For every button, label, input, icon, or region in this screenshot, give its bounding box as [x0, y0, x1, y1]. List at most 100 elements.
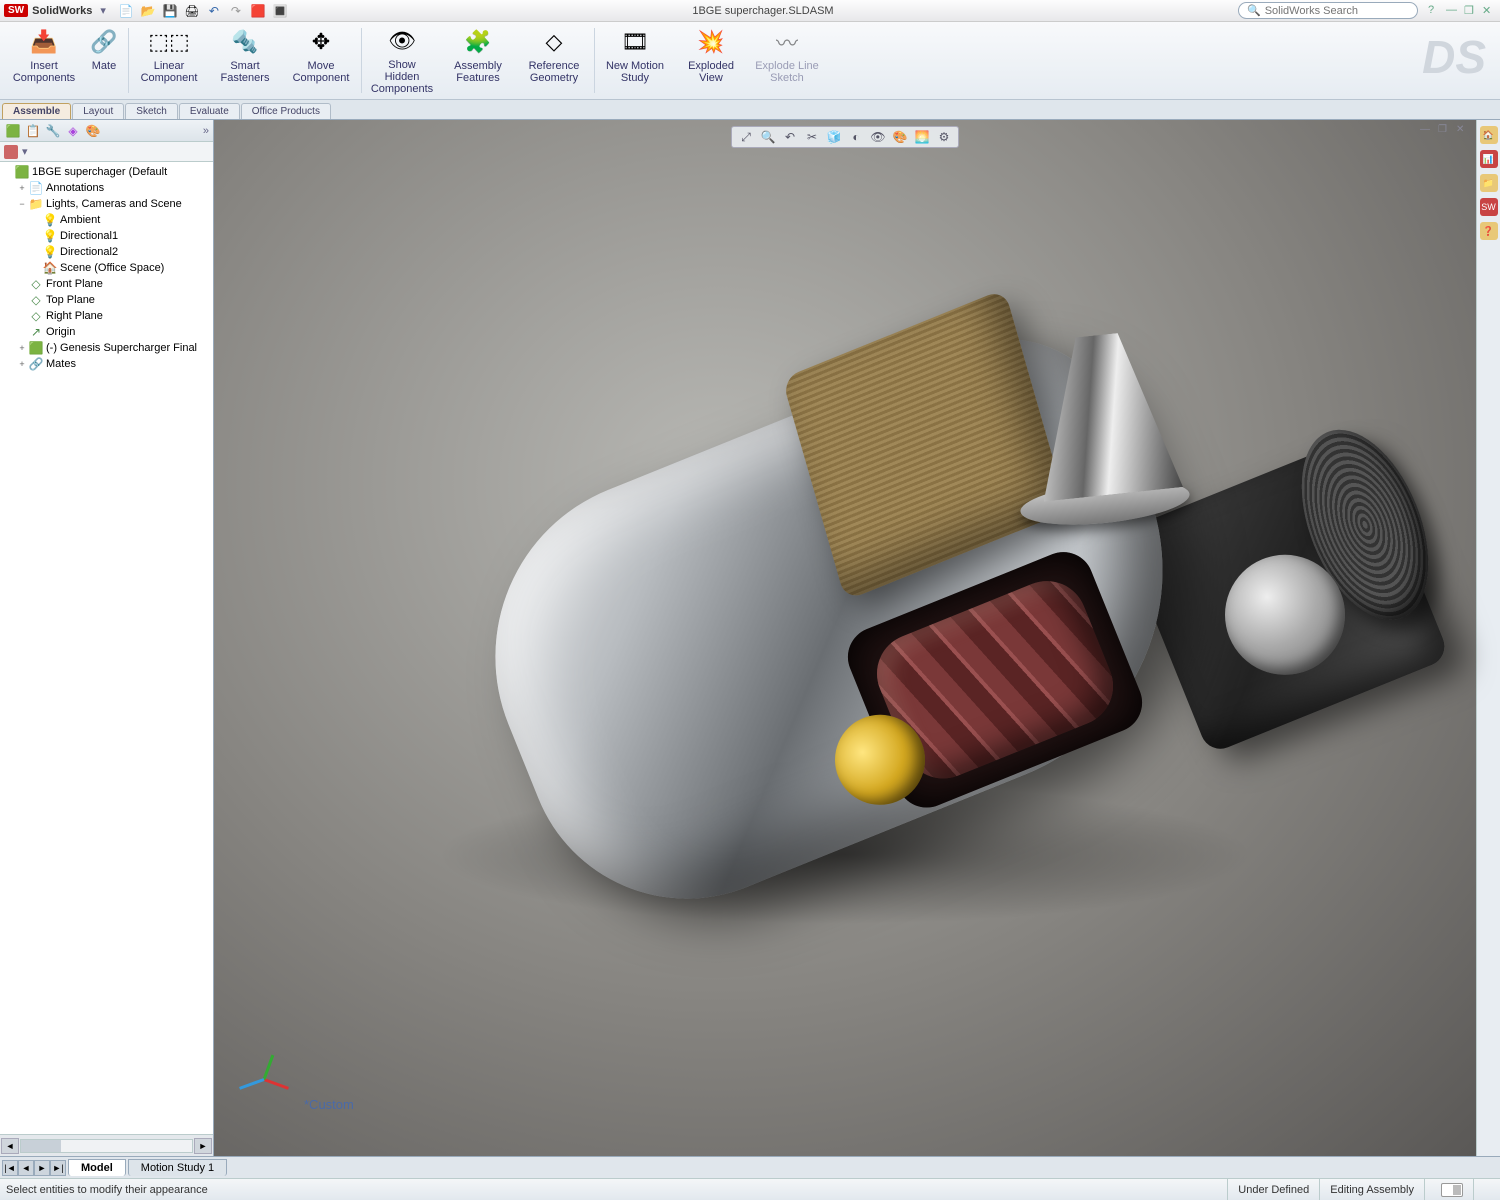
filter-dropdown-icon[interactable]: ▾ — [22, 145, 28, 158]
tree-item[interactable]: −📁Lights, Cameras and Scene — [0, 196, 213, 212]
section-view-button[interactable]: ✂ — [804, 129, 820, 145]
close-button[interactable]: ✕ — [1482, 4, 1496, 18]
tree-item[interactable]: 🟩1BGE superchager (Default — [0, 164, 213, 180]
tab-office-products[interactable]: Office Products — [241, 103, 331, 119]
tree-item[interactable]: 💡Directional2 — [0, 244, 213, 260]
ribbon-assembly-features[interactable]: 🧩Assembly Features — [440, 24, 516, 97]
panel-expand-icon[interactable]: » — [203, 125, 209, 137]
tree-item[interactable]: 💡Directional1 — [0, 228, 213, 244]
tree-toggle-icon[interactable]: + — [16, 343, 28, 353]
search-input[interactable] — [1265, 5, 1409, 17]
tab-next-button[interactable]: ► — [34, 1160, 50, 1176]
ribbon-smart-fasteners[interactable]: 🔩Smart Fasteners — [207, 24, 283, 97]
ribbon-label: Reference Geometry — [522, 60, 586, 84]
doc-restore-button[interactable]: ❐ — [1438, 124, 1452, 138]
tree-item[interactable]: ◇Right Plane — [0, 308, 213, 324]
panel-scrollbar[interactable]: ◄ ► — [0, 1134, 213, 1156]
ribbon-icon: 🧩 — [462, 26, 494, 58]
open-button[interactable]: 📂 — [140, 3, 156, 19]
rebuild-button[interactable]: 🟥 — [250, 3, 266, 19]
tab-sketch[interactable]: Sketch — [125, 103, 178, 119]
tab-model[interactable]: Model — [68, 1159, 126, 1176]
new-button[interactable]: 📄 — [118, 3, 134, 19]
doc-minimize-button[interactable]: — — [1420, 124, 1434, 138]
ribbon-exploded-view[interactable]: 💥Exploded View — [673, 24, 749, 97]
tab-assemble[interactable]: Assemble — [2, 103, 71, 119]
help-button[interactable]: ? — [1428, 4, 1442, 18]
tree-toggle-icon[interactable]: − — [16, 199, 28, 209]
tree-node-icon: 🏠 — [42, 261, 58, 275]
feature-filter-bar[interactable]: ▾ — [0, 142, 213, 162]
scroll-thumb[interactable] — [21, 1140, 61, 1152]
tree-item[interactable]: +📄Annotations — [0, 180, 213, 196]
ribbon-explode-line-sketch[interactable]: 〰Explode Line Sketch — [749, 24, 825, 97]
save-button[interactable]: 💾 — [162, 3, 178, 19]
ribbon-icon: 〰 — [771, 26, 803, 58]
taskpane-button[interactable]: ❓ — [1480, 222, 1498, 240]
tree-item[interactable]: 🏠Scene (Office Space) — [0, 260, 213, 276]
ribbon-linear-component[interactable]: ⬚⬚Linear Component — [131, 24, 207, 97]
doc-close-button[interactable]: ✕ — [1456, 124, 1470, 138]
view-settings-button[interactable]: ⚙ — [936, 129, 952, 145]
redo-button[interactable]: ↷ — [228, 3, 244, 19]
appearance-button[interactable]: 🎨 — [892, 129, 908, 145]
tab-layout[interactable]: Layout — [72, 103, 124, 119]
tab-first-button[interactable]: |◄ — [2, 1160, 18, 1176]
app-name: SolidWorks — [32, 5, 92, 17]
zoom-area-button[interactable]: 🔍 — [760, 129, 776, 145]
ribbon-insert-components[interactable]: 📥Insert Components — [6, 24, 82, 97]
status-unit-toggle[interactable] — [1424, 1179, 1473, 1200]
tree-item[interactable]: +🟩(-) Genesis Supercharger Final — [0, 340, 213, 356]
tree-node-label: (-) Genesis Supercharger Final — [46, 342, 197, 354]
status-extra[interactable] — [1473, 1179, 1494, 1200]
scroll-right-button[interactable]: ► — [194, 1138, 212, 1154]
tab-motion-study[interactable]: Motion Study 1 — [128, 1159, 227, 1176]
hide-show-button[interactable]: 👁 — [870, 129, 886, 145]
search-box[interactable]: 🔍 — [1238, 2, 1418, 19]
display-style-button[interactable]: ◐ — [848, 129, 864, 145]
feature-tree[interactable]: 🟩1BGE superchager (Default+📄Annotations−… — [0, 162, 213, 1134]
scroll-left-button[interactable]: ◄ — [1, 1138, 19, 1154]
fm-property-tab[interactable]: 🔧 — [44, 122, 62, 140]
tree-toggle-icon[interactable]: + — [16, 359, 28, 369]
status-message: Select entities to modify their appearan… — [6, 1184, 1227, 1196]
print-button[interactable]: 🖨 — [184, 3, 200, 19]
document-window-controls: — ❐ ✕ — [1420, 124, 1470, 138]
taskpane-button[interactable]: 📊 — [1480, 150, 1498, 168]
orientation-triad[interactable] — [234, 1048, 294, 1108]
minimize-button[interactable]: — — [1446, 4, 1460, 18]
ribbon-mate[interactable]: 🔗Mate — [82, 24, 126, 97]
tree-item[interactable]: +🔗Mates — [0, 356, 213, 372]
taskpane-button[interactable]: 🏠 — [1480, 126, 1498, 144]
menu-dropdown-icon[interactable]: ▾ — [100, 4, 106, 17]
zoom-fit-button[interactable]: ⤢ — [738, 129, 754, 145]
tree-item[interactable]: 💡Ambient — [0, 212, 213, 228]
fm-config-tab[interactable]: 📋 — [24, 122, 42, 140]
fm-tree-tab[interactable]: 🟩 — [4, 122, 22, 140]
undo-button[interactable]: ↶ — [206, 3, 222, 19]
prev-view-button[interactable]: ↶ — [782, 129, 798, 145]
restore-button[interactable]: ❐ — [1464, 4, 1478, 18]
scene-button[interactable]: 🌅 — [914, 129, 930, 145]
ribbon-move-component[interactable]: ✥Move Component — [283, 24, 359, 97]
graphics-viewport[interactable]: ⤢ 🔍 ↶ ✂ 🧊 ◐ 👁 🎨 🌅 ⚙ — ❐ ✕ — [214, 120, 1476, 1156]
ribbon-new-motion-study[interactable]: 🎞New Motion Study — [597, 24, 673, 97]
taskpane-button[interactable]: SW — [1480, 198, 1498, 216]
tab-last-button[interactable]: ►| — [50, 1160, 66, 1176]
ribbon-show-hidden-components[interactable]: 👁Show Hidden Components — [364, 24, 440, 97]
fm-display-tab[interactable]: ◈ — [64, 122, 82, 140]
ribbon-icon: ✥ — [305, 26, 337, 58]
taskpane-button[interactable]: 📁 — [1480, 174, 1498, 192]
tab-prev-button[interactable]: ◄ — [18, 1160, 34, 1176]
ribbon-label: New Motion Study — [603, 60, 667, 84]
tree-item[interactable]: ◇Top Plane — [0, 292, 213, 308]
tree-item[interactable]: ↗Origin — [0, 324, 213, 340]
feature-panel-toolbar: 🟩 📋 🔧 ◈ 🎨 » — [0, 120, 213, 142]
options-button[interactable]: 🔳 — [272, 3, 288, 19]
tree-item[interactable]: ◇Front Plane — [0, 276, 213, 292]
ribbon-reference-geometry[interactable]: ◇Reference Geometry — [516, 24, 592, 97]
tree-toggle-icon[interactable]: + — [16, 183, 28, 193]
view-orient-button[interactable]: 🧊 — [826, 129, 842, 145]
tab-evaluate[interactable]: Evaluate — [179, 103, 240, 119]
fm-render-tab[interactable]: 🎨 — [84, 122, 102, 140]
